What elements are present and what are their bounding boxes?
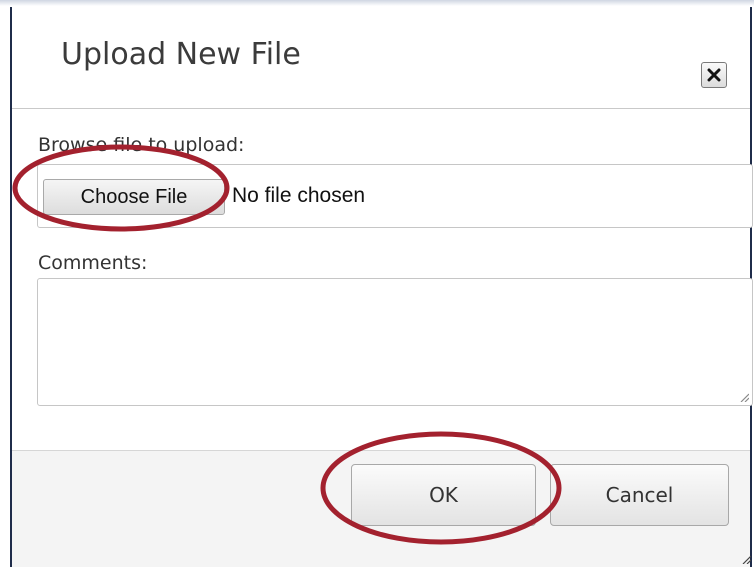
comments-label: Comments: <box>38 252 148 274</box>
background-window-strip <box>0 0 754 6</box>
textarea-resize-grip-icon[interactable] <box>739 392 749 402</box>
browse-file-label: Browse file to upload: <box>38 134 245 156</box>
screenshot: Upload New File Browse file to upload: C… <box>0 0 754 571</box>
header-divider <box>12 108 750 109</box>
dialog-resize-grip-icon[interactable] <box>742 555 751 564</box>
no-file-status: No file chosen <box>232 184 366 207</box>
ok-button[interactable]: OK <box>351 464 536 526</box>
choose-file-button[interactable]: Choose File <box>43 179 225 215</box>
comments-textarea[interactable] <box>37 278 753 406</box>
close-button[interactable] <box>701 62 727 88</box>
close-x-icon <box>707 68 721 82</box>
upload-file-dialog: Upload New File Browse file to upload: C… <box>10 7 753 567</box>
dialog-title: Upload New File <box>61 37 301 72</box>
cancel-button[interactable]: Cancel <box>550 464 729 526</box>
